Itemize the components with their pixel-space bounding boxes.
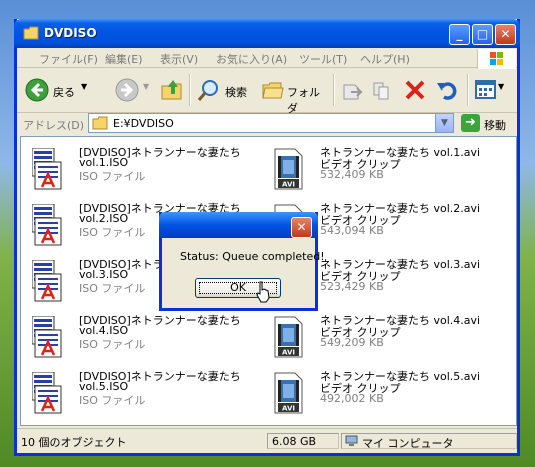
views-icon bbox=[475, 80, 496, 99]
status-location-label: マイ コンピュータ bbox=[362, 437, 454, 450]
delete-button[interactable] bbox=[401, 68, 429, 112]
address-path: E:¥DVDISO bbox=[113, 117, 174, 130]
hand-cursor-icon bbox=[256, 281, 270, 303]
back-dropdown-icon[interactable]: ▼ bbox=[81, 82, 87, 91]
move-to-icon bbox=[343, 84, 363, 100]
copy-to-icon bbox=[373, 82, 389, 100]
menu-bar: ファイル(F) 編集(E) 表示(V) お気に入り(A) ツール(T) ヘルプ(… bbox=[17, 48, 517, 68]
windows-logo bbox=[477, 49, 516, 69]
views-dropdown-icon: ▼ bbox=[498, 82, 505, 91]
address-input[interactable]: E:¥DVDISO ▼ bbox=[88, 113, 454, 133]
windows-flag-icon bbox=[490, 52, 503, 65]
search-button[interactable]: 検索 bbox=[195, 68, 253, 112]
video-file-icon: AVI bbox=[274, 148, 303, 190]
undo-icon bbox=[437, 82, 457, 100]
address-label: アドレス(D) bbox=[23, 119, 85, 132]
menu-help[interactable]: ヘルプ(H) bbox=[360, 51, 410, 67]
folders-button[interactable]: フォルダ bbox=[259, 68, 325, 115]
my-computer-icon bbox=[345, 435, 358, 446]
iso-file-icon bbox=[32, 316, 62, 358]
window-title: DVDISO bbox=[44, 26, 97, 40]
toolbar-separator bbox=[189, 74, 191, 106]
status-location: マイ コンピュータ bbox=[341, 433, 517, 450]
status-object-count: 10 個のオブジェクト bbox=[21, 436, 127, 449]
folders-icon bbox=[262, 82, 284, 99]
move-to-button[interactable] bbox=[339, 68, 367, 112]
file-line3: ISO ファイル bbox=[79, 338, 146, 351]
file-item[interactable]: AVI ネトランナーな妻たち vol.5.avi ビデオ クリップ 492,002 K… bbox=[273, 368, 493, 418]
file-item[interactable]: AVI ネトランナーな妻たち vol.4.avi ビデオ クリップ 549,209 K… bbox=[273, 312, 493, 362]
file-line3: ISO ファイル bbox=[79, 282, 146, 295]
title-bar[interactable]: DVDISO bbox=[14, 19, 520, 48]
up-folder-button[interactable] bbox=[157, 68, 187, 112]
forward-arrow-icon bbox=[115, 78, 139, 102]
menu-view[interactable]: 表示(V) bbox=[160, 51, 198, 67]
folder-icon bbox=[23, 26, 39, 40]
file-line3: 492,002 KB bbox=[320, 392, 384, 405]
go-button[interactable]: 移動 bbox=[484, 117, 506, 133]
views-button[interactable]: ▼ bbox=[473, 68, 507, 112]
toolbar: 戻る ▼ ▼ 検索 フォルダ ▼ bbox=[17, 68, 517, 115]
menu-favorites[interactable]: お気に入り(A) bbox=[216, 51, 287, 67]
maximize-button[interactable]: □ bbox=[472, 24, 493, 45]
folders-label: フォルダ bbox=[287, 86, 320, 115]
back-arrow-icon bbox=[25, 78, 49, 102]
back-label: 戻る bbox=[53, 86, 75, 99]
svg-text:AVI: AVI bbox=[282, 405, 295, 413]
back-button[interactable]: 戻る ▼ bbox=[21, 68, 105, 112]
status-size: 6.08 GB bbox=[267, 433, 339, 449]
file-item[interactable]: [DVDISO]ネトランナーな妻たち vol.5.ISO ISO ファイル bbox=[32, 368, 241, 418]
forward-button[interactable]: ▼ bbox=[113, 68, 153, 112]
search-label: 検索 bbox=[225, 86, 247, 99]
video-file-icon: AVI bbox=[274, 372, 303, 414]
file-line3: ISO ファイル bbox=[79, 170, 146, 183]
toolbar-separator bbox=[467, 74, 469, 106]
iso-file-icon bbox=[32, 372, 62, 414]
dialog-message: Status: Queue completed! bbox=[180, 250, 325, 263]
file-line3: ISO ファイル bbox=[79, 394, 146, 407]
iso-file-icon bbox=[32, 204, 62, 246]
go-arrow-icon[interactable]: ➜ bbox=[461, 114, 480, 132]
file-item[interactable]: AVI ネトランナーな妻たち vol.1.avi ビデオ クリップ 532,409 K… bbox=[273, 144, 493, 194]
search-icon bbox=[197, 80, 218, 101]
file-line3: ISO ファイル bbox=[79, 226, 146, 239]
undo-button[interactable] bbox=[433, 68, 461, 112]
close-button[interactable]: ✕ bbox=[495, 24, 516, 45]
delete-x-icon bbox=[405, 80, 425, 100]
file-item[interactable]: [DVDISO]ネトランナーな妻たち vol.1.ISO ISO ファイル bbox=[32, 144, 241, 194]
address-dropdown-icon[interactable]: ▼ bbox=[435, 114, 453, 132]
iso-file-icon bbox=[32, 260, 62, 302]
file-line3: 532,409 KB bbox=[320, 168, 384, 181]
menu-edit[interactable]: 編集(E) bbox=[105, 51, 143, 67]
address-bar: アドレス(D) E:¥DVDISO ▼ ➜ 移動 bbox=[17, 113, 517, 134]
forward-dropdown-icon[interactable]: ▼ bbox=[143, 82, 149, 91]
file-line3: 523,429 KB bbox=[320, 280, 384, 293]
menu-tools[interactable]: ツール(T) bbox=[299, 51, 347, 67]
file-line3: 543,094 KB bbox=[320, 224, 384, 237]
minimize-button[interactable]: _ bbox=[449, 24, 470, 45]
folder-icon bbox=[92, 116, 108, 130]
svg-text:AVI: AVI bbox=[282, 181, 295, 189]
toolbar-separator bbox=[333, 74, 335, 106]
svg-text:AVI: AVI bbox=[282, 349, 295, 357]
dialog-close-button[interactable]: ✕ bbox=[291, 217, 312, 238]
copy-to-button[interactable] bbox=[369, 68, 397, 112]
video-file-icon: AVI bbox=[274, 316, 303, 358]
menu-file[interactable]: ファイル(F) bbox=[39, 51, 98, 67]
file-item[interactable]: [DVDISO]ネトランナーな妻たち vol.4.ISO ISO ファイル bbox=[32, 312, 241, 362]
up-folder-icon bbox=[161, 80, 182, 100]
status-bar: 10 個のオブジェクト 6.08 GB マイ コンピュータ bbox=[17, 428, 517, 453]
file-line3: 549,209 KB bbox=[320, 336, 384, 349]
iso-file-icon bbox=[32, 148, 62, 190]
